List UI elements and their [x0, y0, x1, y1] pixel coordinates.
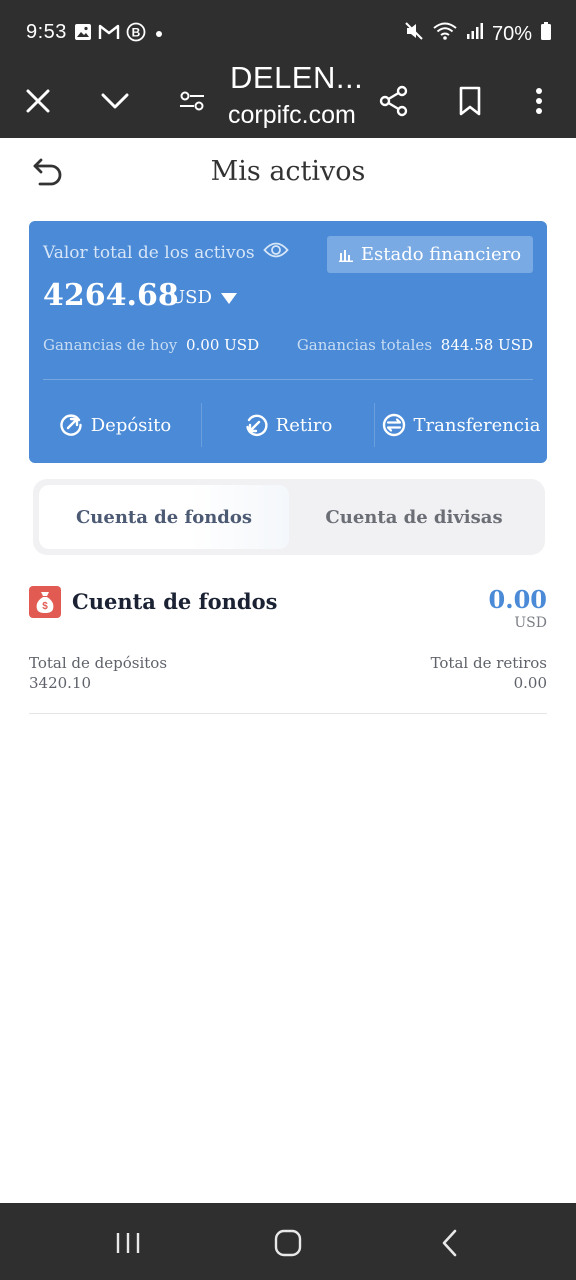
deposit-button[interactable]: Depósito: [29, 403, 201, 447]
page-title: Mis activos: [210, 156, 366, 187]
recent-apps-icon: [116, 1233, 140, 1253]
svg-text:$: $: [42, 601, 48, 612]
currency-label: USD: [170, 287, 212, 308]
tune-icon: [180, 91, 204, 111]
tab-funds-account[interactable]: Cuenta de fondos: [39, 485, 289, 549]
transfer-icon: [382, 413, 405, 437]
home-icon: [274, 1229, 302, 1257]
battery-text: 70%: [491, 22, 532, 45]
eye-icon[interactable]: [262, 241, 289, 264]
status-bar: 9:53 B 70%: [0, 0, 576, 64]
tab-currency-account[interactable]: Cuenta de divisas: [289, 485, 539, 549]
financial-statement-label: Estado financiero: [360, 244, 522, 265]
account-tabs: Cuenta de fondos Cuenta de divisas: [33, 479, 545, 555]
bookmark-button[interactable]: [446, 77, 494, 125]
chevron-down-icon: [101, 93, 129, 109]
funds-account-title: Cuenta de fondos: [72, 589, 278, 614]
withdraw-button[interactable]: Retiro: [202, 403, 374, 447]
bar-chart-icon: [338, 249, 353, 262]
page-header: Mis activos: [0, 138, 576, 210]
share-button[interactable]: [370, 77, 418, 125]
mute-icon: [404, 21, 424, 47]
funds-account-balance: 0.00: [488, 585, 547, 614]
total-deposits-label: Total de depósitos: [29, 654, 168, 672]
dot-icon: [152, 24, 166, 47]
section-divider: [29, 713, 547, 714]
currency-select[interactable]: USD: [170, 287, 238, 308]
transfer-button[interactable]: Transferencia: [375, 403, 547, 447]
recent-apps-button[interactable]: [108, 1223, 148, 1263]
site-settings-button[interactable]: [168, 77, 216, 125]
funds-account-currency: USD: [514, 615, 547, 631]
bookmark-icon: [459, 86, 481, 116]
asset-actions: Depósito Retiro Transferencia: [29, 403, 547, 447]
more-options-button[interactable]: [515, 77, 563, 125]
close-button[interactable]: [14, 77, 62, 125]
gallery-icon: [74, 23, 92, 47]
site-title: DELEN...: [230, 60, 364, 95]
financial-statement-button[interactable]: Estado financiero: [327, 236, 533, 273]
card-divider: [43, 379, 533, 380]
total-withdrawals-value: 0.00: [513, 674, 547, 692]
total-assets-amount: 4264.68: [43, 278, 179, 313]
today-earnings-value: 0.00 USD: [186, 336, 260, 354]
b-app-icon: B: [126, 22, 146, 48]
browser-toolbar: DELEN... corpifc.com: [0, 60, 576, 138]
more-vertical-icon: [536, 88, 542, 114]
total-earnings-label: Ganancias totales: [296, 336, 433, 354]
withdraw-icon: [245, 414, 268, 437]
assets-summary-card: Valor total de los activos Estado financ…: [29, 221, 547, 463]
clock: 9:53: [26, 21, 67, 43]
today-earnings-label: Ganancias de hoy: [43, 336, 178, 354]
total-assets-label: Valor total de los activos: [43, 242, 255, 263]
wifi-icon: [432, 21, 458, 47]
battery-icon: [540, 21, 552, 47]
home-button[interactable]: [268, 1223, 308, 1263]
close-icon: [26, 89, 50, 113]
share-icon: [379, 85, 408, 117]
total-assets-label-row: Valor total de los activos: [43, 241, 289, 264]
gmail-icon: [98, 23, 120, 47]
total-earnings: Ganancias totales 844.58 USD: [297, 336, 533, 354]
today-earnings: Ganancias de hoy 0.00 USD: [43, 336, 259, 354]
collapse-button[interactable]: [91, 77, 139, 125]
site-url[interactable]: corpifc.com: [228, 101, 358, 130]
caret-down-icon: [220, 292, 237, 304]
transfer-label: Transferencia: [413, 414, 541, 436]
deposit-icon: [60, 414, 82, 436]
withdraw-label: Retiro: [275, 414, 333, 436]
total-deposits-value: 3420.10: [29, 674, 92, 692]
deposit-label: Depósito: [90, 414, 172, 436]
signal-icon: [466, 22, 484, 46]
money-bag-icon: $: [29, 586, 61, 618]
back-nav-button[interactable]: [430, 1223, 470, 1263]
chevron-left-icon: [442, 1229, 457, 1257]
total-withdrawals-label: Total de retiros: [430, 654, 547, 672]
system-status: 70%: [404, 21, 552, 47]
notification-icons: B: [74, 22, 166, 48]
system-navigation-bar: [0, 1203, 576, 1280]
total-earnings-value: 844.58 USD: [440, 336, 533, 354]
svg-text:B: B: [132, 26, 141, 40]
